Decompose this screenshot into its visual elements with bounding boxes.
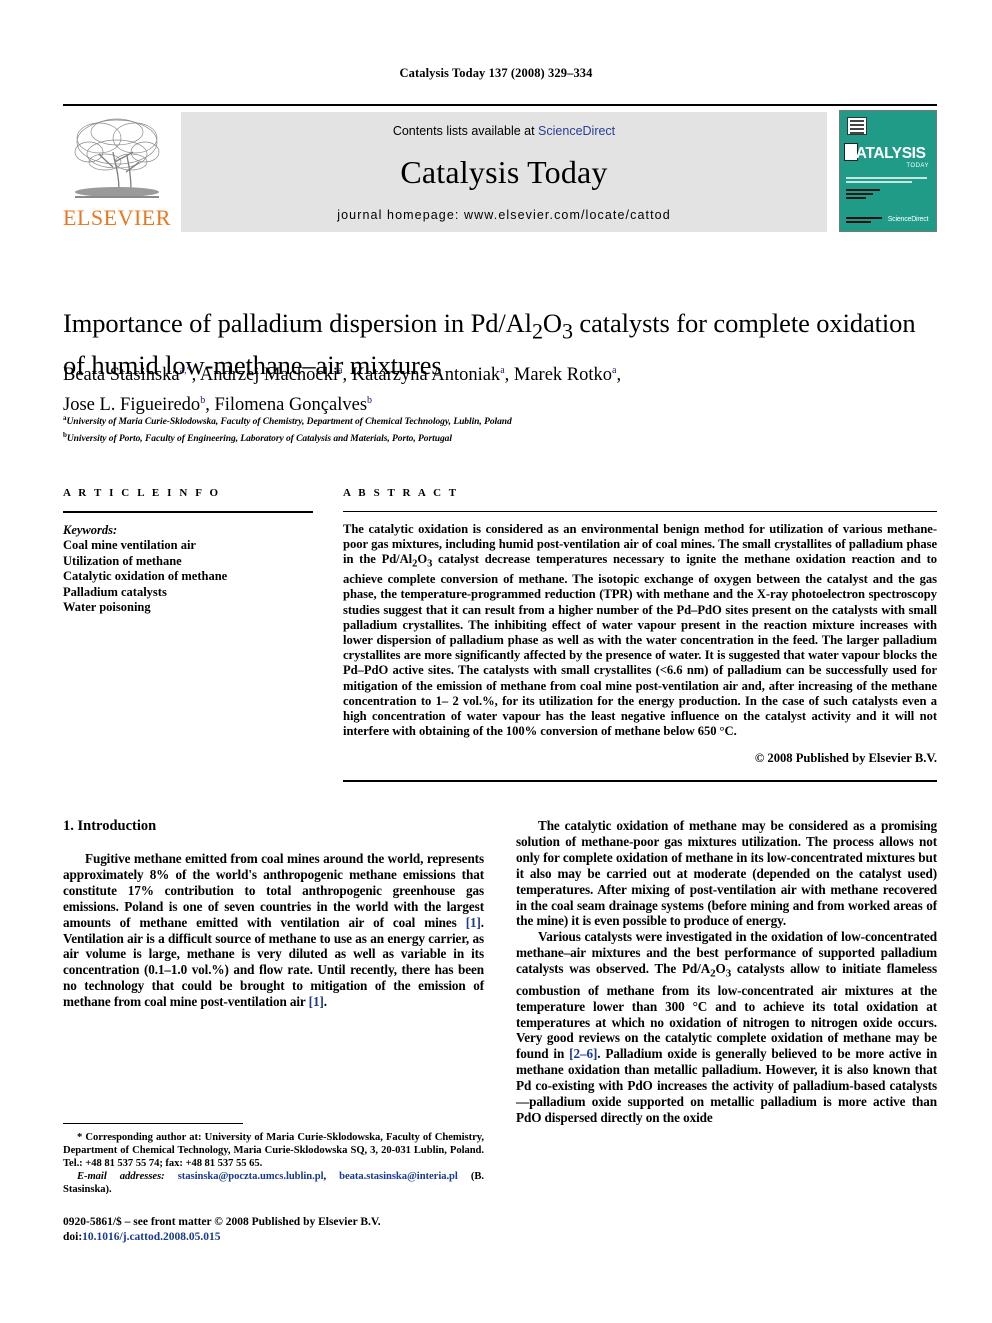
imprint-block: 0920-5861/$ – see front matter © 2008 Pu…: [63, 1215, 484, 1244]
author-affil-mark: b: [367, 395, 373, 407]
contents-prefix: Contents lists available at: [392, 124, 539, 138]
abstract-bottom-rule: [343, 780, 937, 783]
email-addresses-label: E-mail addresses:: [77, 1171, 165, 1182]
article-info-rule: [63, 511, 313, 513]
doi-label: doi:: [63, 1230, 83, 1243]
journal-masthead: ELSEVIER Contents lists available at Sci…: [63, 110, 937, 232]
journal-homepage-line[interactable]: journal homepage: www.elsevier.com/locat…: [181, 208, 827, 222]
abstract-text: The catalytic oxidation is considered as…: [343, 522, 937, 739]
email-link-1[interactable]: stasinska@poczta.umcs.lublin.pl: [178, 1171, 324, 1182]
cover-masthead-box: [847, 117, 867, 135]
masthead-top-rule: [63, 104, 937, 106]
keyword-item: Catalytic oxidation of methane: [63, 569, 228, 583]
masthead-center-band: Contents lists available at ScienceDirec…: [181, 112, 827, 232]
affiliation: aUniversity of Maria Curie-Sklodowska, F…: [63, 412, 943, 429]
article-info-column: A R T I C L E I N F O Keywords: Coal min…: [63, 487, 313, 616]
affiliation-text: University of Maria Curie-Sklodowska, Fa…: [66, 417, 512, 428]
sciencedirect-link[interactable]: ScienceDirect: [538, 124, 615, 138]
doi-line: doi:10.1016/j.cattod.2008.05.015: [63, 1230, 484, 1245]
article-info-heading: A R T I C L E I N F O: [63, 487, 221, 499]
keyword-item: Water poisoning: [63, 600, 151, 614]
email-link-2[interactable]: beata.stasinska@interia.pl: [339, 1171, 458, 1182]
author-name: Beata Stasinska: [63, 365, 180, 386]
section-heading-introduction: 1. Introduction: [63, 818, 157, 834]
body-column-right: The catalytic oxidation of methane may b…: [516, 818, 937, 1126]
affiliation-list: aUniversity of Maria Curie-Sklodowska, F…: [63, 412, 943, 446]
abstract-heading: A B S T R A C T: [343, 487, 459, 499]
doi-link[interactable]: 10.1016/j.cattod.2008.05.015: [82, 1231, 220, 1243]
author-affil-mark: a: [612, 365, 617, 376]
author-affil-mark: a,*: [179, 365, 192, 376]
body-column-left: 1. Introduction Fugitive methane emitted…: [63, 818, 484, 1010]
cover-subtitle: TODAY: [906, 163, 929, 169]
cover-footer-left: [846, 217, 882, 225]
author-affil-mark: a: [500, 365, 505, 376]
elsevier-logo: ELSEVIER: [63, 110, 171, 232]
abstract-rule: [343, 511, 937, 512]
footnote-separator-rule: [63, 1123, 243, 1124]
article-title-part2: catalysts for complete oxidation: [572, 307, 916, 338]
contents-available-line: Contents lists available at ScienceDirec…: [181, 124, 827, 138]
keywords-list: Coal mine ventilation air Utilization of…: [63, 538, 313, 616]
keyword-item: Coal mine ventilation air: [63, 538, 196, 552]
footnote-block: * Corresponding author at: University of…: [63, 1131, 484, 1196]
author-name: Katarzyna Antoniak: [351, 365, 501, 386]
abstract-column: A B S T R A C T The catalytic oxidation …: [343, 487, 937, 783]
cover-title: CATALYSIS: [845, 145, 926, 162]
citation-link[interactable]: [1]: [466, 915, 481, 930]
citation-link[interactable]: [2–6]: [569, 1046, 597, 1061]
article-title-sub2: 3: [561, 318, 573, 344]
keyword-item: Palladium catalysts: [63, 584, 167, 599]
author-name: Marek Rotko: [513, 365, 613, 386]
author[interactable]: Katarzyna Antoniaka: [352, 365, 505, 385]
article-title-sub1: 2: [531, 318, 543, 344]
author-list: Beata Stasinskaa,*, Andrzej Machockia, K…: [63, 365, 622, 416]
corresponding-author-note: * Corresponding author at: University of…: [63, 1132, 484, 1169]
article-title-mid: O: [542, 307, 562, 338]
author[interactable]: Beata Stasinskaa,*: [63, 365, 192, 385]
keywords-label: Keywords:: [63, 523, 118, 537]
article-title-part1: Importance of palladium dispersion in Pd…: [63, 307, 532, 338]
abstract-copyright: © 2008 Published by Elsevier B.V.: [754, 751, 937, 766]
citation-link[interactable]: [1]: [309, 994, 324, 1009]
cover-text-lines: [846, 177, 930, 185]
journal-title: Catalysis Today: [400, 154, 608, 190]
author-affil-mark: b: [200, 395, 206, 407]
journal-article-page: Catalysis Today 137 (2008) 329–334 ELSEV…: [0, 0, 992, 1323]
cover-sciencedirect-label: ScienceDirect: [887, 216, 929, 223]
author-name: Andrzej Machocki: [199, 365, 339, 386]
cover-block-lines: [846, 189, 880, 201]
author-affil-mark: a: [338, 365, 343, 376]
elsevier-tree-icon: [69, 112, 165, 206]
paragraph: The catalytic oxidation of methane may b…: [516, 818, 937, 929]
author[interactable]: Marek Rotkoa: [514, 365, 617, 385]
keyword-item: Utilization of methane: [63, 553, 182, 568]
paragraph: Fugitive methane emitted from coal mines…: [63, 851, 484, 1010]
author[interactable]: Andrzej Machockia: [200, 365, 343, 385]
paragraph: Various catalysts were investigated in t…: [516, 929, 937, 1125]
journal-cover-thumbnail[interactable]: CATALYSIS TODAY ScienceDirect: [839, 110, 937, 232]
affiliation: bUniversity of Porto, Faculty of Enginee…: [63, 429, 943, 446]
issn-front-matter: 0920-5861/$ – see front matter © 2008 Pu…: [63, 1216, 381, 1228]
running-head: Catalysis Today 137 (2008) 329–334: [399, 66, 593, 80]
affiliation-text: University of Porto, Faculty of Engineer…: [66, 434, 452, 445]
elsevier-wordmark: ELSEVIER: [63, 205, 171, 230]
email-note: E-mail addresses: stasinska@poczta.umcs.…: [63, 1171, 484, 1195]
cover-footer-brand: ScienceDirect: [886, 216, 930, 223]
tree-svg: [74, 118, 160, 198]
